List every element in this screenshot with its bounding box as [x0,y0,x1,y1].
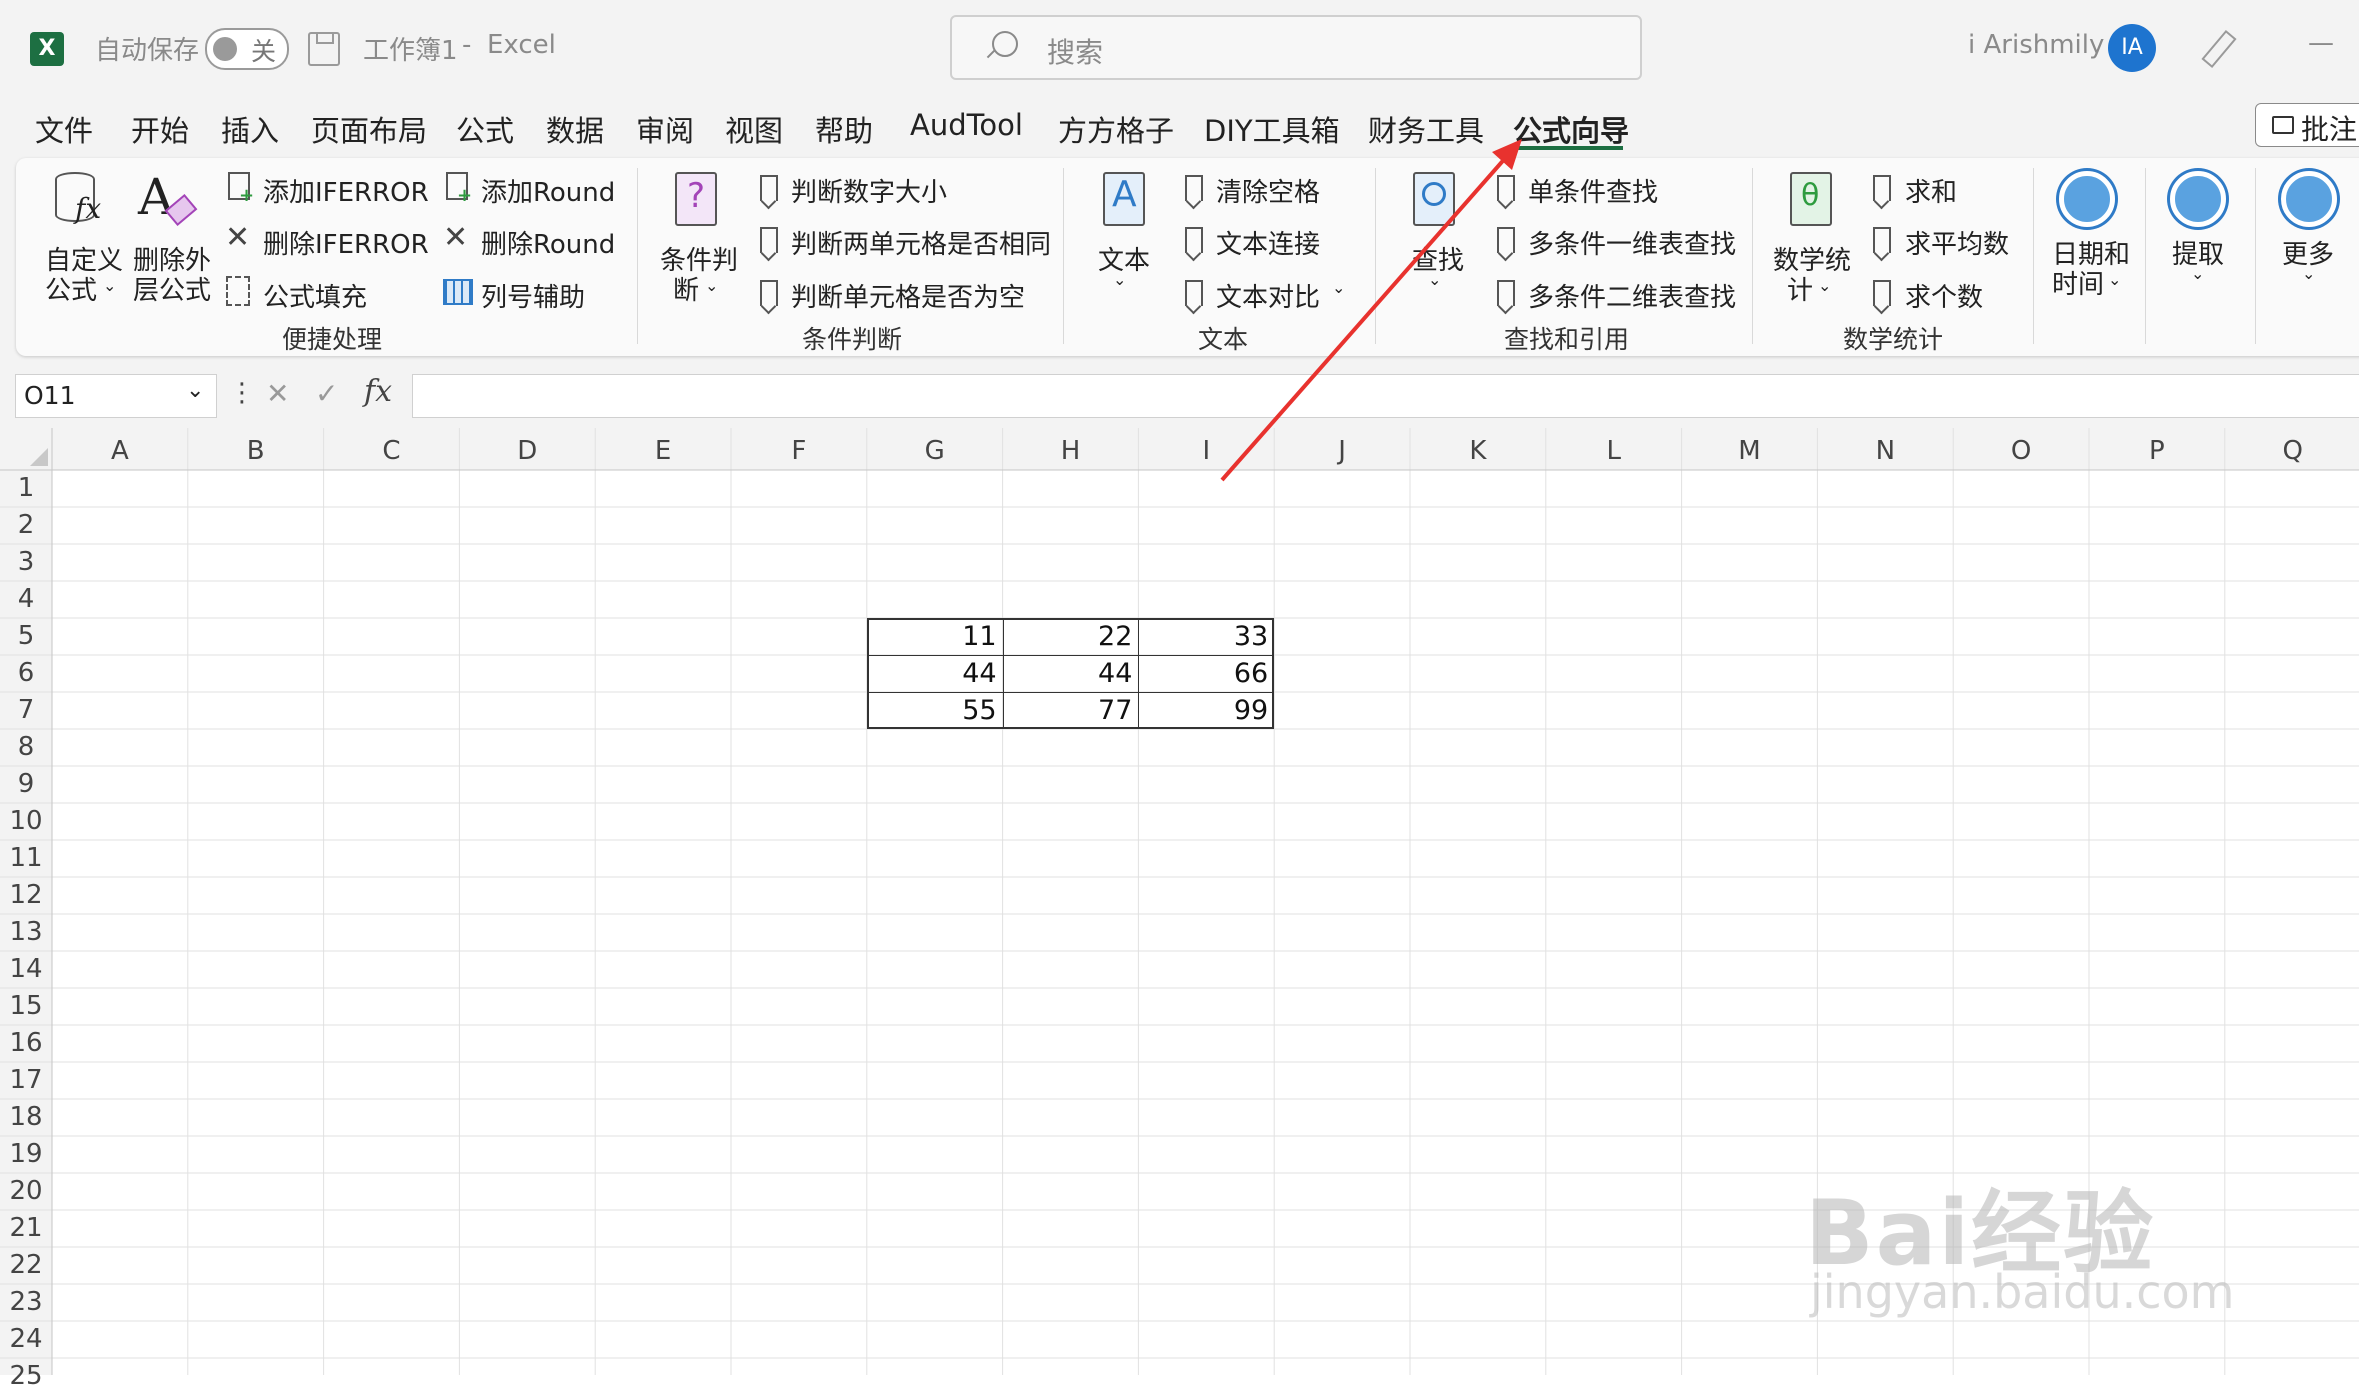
watermark-url: jingyan.baidu.com [1810,1265,2235,1319]
